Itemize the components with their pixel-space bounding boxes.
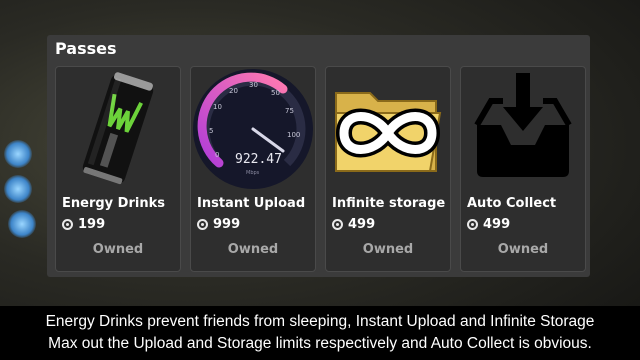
pass-price: 199: [62, 215, 105, 233]
pass-price: 999: [197, 215, 240, 233]
energy-drink-can-icon: [56, 67, 180, 191]
pass-price: 499: [467, 215, 510, 233]
price-value: 199: [78, 216, 106, 232]
price-value: 499: [483, 216, 511, 232]
pass-name: Infinite storage: [332, 196, 446, 211]
price-value: 999: [213, 216, 241, 232]
panel-title: Passes: [55, 39, 117, 58]
robux-icon: [467, 218, 478, 230]
video-caption: Energy Drinks prevent friends from sleep…: [0, 306, 640, 360]
pass-card-auto-collect[interactable]: Auto Collect 499 Owned: [460, 66, 586, 272]
gauge-tick: 0: [215, 151, 219, 159]
price-value: 499: [348, 216, 376, 232]
pass-name: Energy Drinks: [62, 196, 165, 211]
caption-line: Max out the Upload and Storage limits re…: [48, 335, 592, 352]
background-light: [4, 140, 32, 168]
speedometer-icon: 0 5 10 20 30 50 75 100 922.47 Mbps: [191, 67, 315, 191]
owned-label: Owned: [362, 242, 414, 257]
pass-price: 499: [332, 215, 375, 233]
gauge-tick: 5: [209, 127, 213, 135]
pass-name: Instant Upload: [197, 196, 306, 211]
caption-line: Energy Drinks prevent friends from sleep…: [45, 313, 595, 330]
gauge-tick: 10: [213, 103, 222, 111]
gauge-reading: 922.47: [235, 152, 282, 167]
gauge-tick: 20: [229, 87, 238, 95]
robux-icon: [197, 218, 208, 230]
infinity-folder-icon: [326, 67, 450, 191]
gauge-unit: Mbps: [246, 170, 260, 176]
gauge-tick: 100: [287, 131, 300, 139]
pass-name: Auto Collect: [467, 196, 557, 211]
owned-label: Owned: [92, 242, 144, 257]
pass-card-instant-upload[interactable]: 0 5 10 20 30 50 75 100 922.47 Mbps Insta…: [190, 66, 316, 272]
download-tray-icon: [461, 67, 585, 191]
owned-label: Owned: [227, 242, 279, 257]
gauge-tick: 75: [285, 107, 294, 115]
background-light: [8, 210, 36, 238]
gauge-tick: 50: [271, 89, 280, 97]
passes-panel: Passes Energy Drinks 199 Owned 0 5 10 20…: [47, 35, 590, 277]
gauge-tick: 30: [249, 81, 258, 89]
pass-card-infinite-storage[interactable]: Infinite storage 499 Owned: [325, 66, 451, 272]
pass-card-energy-drinks[interactable]: Energy Drinks 199 Owned: [55, 66, 181, 272]
robux-icon: [62, 218, 73, 230]
robux-icon: [332, 218, 343, 230]
background-light: [4, 175, 32, 203]
owned-label: Owned: [497, 242, 549, 257]
